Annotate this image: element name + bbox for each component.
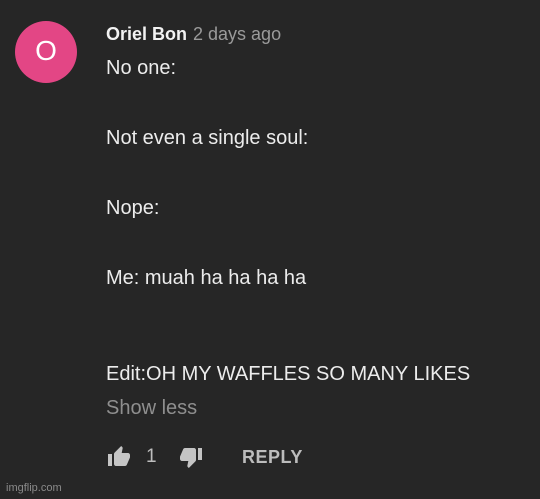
- like-count: 1: [146, 446, 157, 467]
- thumbs-down-icon: [180, 448, 202, 468]
- comment-line-3: Nope:: [106, 197, 160, 219]
- show-less-link[interactable]: Show less: [106, 397, 526, 420]
- avatar[interactable]: O: [15, 21, 77, 83]
- comment-header: Oriel Bon 2 days ago: [106, 24, 526, 45]
- comment-line-1: No one:: [106, 57, 177, 79]
- comment-line-5: Edit:OH MY WAFFLES SO MANY LIKES: [106, 363, 471, 385]
- comment-line-2: Not even a single soul:: [106, 127, 309, 149]
- reply-button[interactable]: REPLY: [242, 447, 303, 468]
- comment-body: No one: Not even a single soul: Nope: Me…: [106, 57, 526, 387]
- author-name[interactable]: Oriel Bon: [106, 24, 187, 45]
- thumbs-up-icon: [108, 446, 130, 466]
- watermark: imgflip.com: [6, 482, 62, 494]
- dislike-button[interactable]: [178, 444, 204, 470]
- like-button[interactable]: [106, 444, 132, 470]
- comment-timestamp[interactable]: 2 days ago: [193, 24, 281, 45]
- avatar-letter: O: [35, 35, 57, 66]
- comment-screenshot: O Oriel Bon 2 days ago No one: Not even …: [0, 0, 540, 499]
- comment-line-4: Me: muah ha ha ha ha: [106, 267, 307, 289]
- comment-actions: 1 REPLY: [106, 444, 303, 470]
- comment-content: Oriel Bon 2 days ago No one: Not even a …: [106, 24, 526, 420]
